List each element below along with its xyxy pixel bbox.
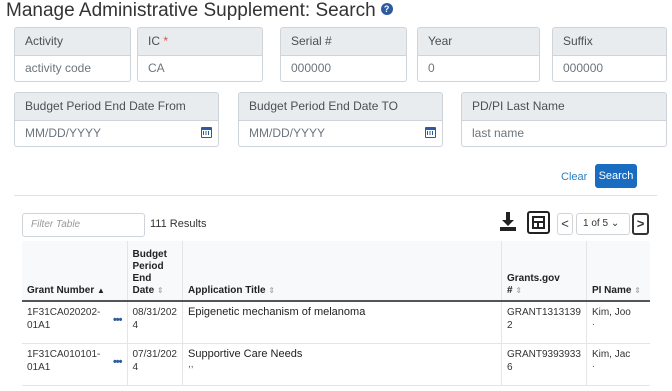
clear-link[interactable]: Clear <box>561 171 587 183</box>
budget-to-field-group: Budget Period End Date TO MM/DD/YYYY <box>238 92 443 147</box>
budget-to-value: MM/DD/YYYY <box>249 126 326 140</box>
budget-from-field-group: Budget Period End Date From MM/DD/YYYY <box>14 92 219 147</box>
year-input[interactable]: 0 <box>417 56 540 82</box>
activity-input[interactable]: activity code <box>14 56 131 82</box>
suffix-field-group: Suffix 000000 <box>552 27 667 82</box>
results-count: 111 Results <box>150 218 207 230</box>
pi-name-header-text: PI Name <box>591 285 632 296</box>
suffix-input[interactable]: 000000 <box>552 56 667 82</box>
budget-date-cell: 07/31/202 4 <box>126 343 183 386</box>
application-title-cell: Epigenetic mechanism of melanoma <box>182 301 502 344</box>
activity-field-group: Activity activity code <box>14 27 131 82</box>
serial-input[interactable]: 000000 <box>280 56 407 82</box>
ic-label: IC * <box>137 27 263 56</box>
application-title-cell: Supportive Care Needs ,, <box>182 343 502 386</box>
budget-to-input[interactable]: MM/DD/YYYY <box>238 121 443 147</box>
grants-gov-cell: GRANT1313139 2 <box>501 301 587 344</box>
grants-gov-header-line: Grants.gov <box>507 273 560 284</box>
budget-from-value: MM/DD/YYYY <box>25 126 102 140</box>
ic-input[interactable]: CA <box>137 56 263 82</box>
grants-gov-text: 2 <box>507 320 513 331</box>
pi-last-name-label: PD/PI Last Name <box>461 92 667 121</box>
table-row: ••• 1F31CA010101- 01A1 07/31/202 4 Suppo… <box>22 343 650 386</box>
column-header-budget-period[interactable]: Budget Period End Date ⇕ <box>126 241 183 302</box>
chevron-down-icon: ⌄ <box>610 218 620 229</box>
application-title-sub: ,, <box>188 358 194 370</box>
activity-label: Activity <box>14 27 131 56</box>
pi-name-text: Kim, Jac <box>591 348 631 360</box>
pi-name-cell: Kim, Jac . <box>585 343 650 386</box>
column-header-grant-number[interactable]: Grant Number ▲ <box>22 241 127 302</box>
date-text: 07/31/202 <box>132 348 178 360</box>
date-text: 08/31/202 <box>132 307 178 318</box>
column-header-application-title[interactable]: Application Title ⇕ <box>182 241 502 302</box>
pi-last-name-input[interactable]: last name <box>461 121 667 147</box>
suffix-label: Suffix <box>552 27 667 56</box>
date-text: 4 <box>132 320 139 331</box>
application-title-header-text: Application Title <box>188 285 266 296</box>
ic-label-text: IC <box>148 34 160 48</box>
sort-icon[interactable]: ⇕ <box>515 286 522 295</box>
grant-number-text: 01A1 <box>27 320 51 331</box>
date-text: 4 <box>132 361 139 373</box>
next-page-button[interactable]: > <box>632 213 649 235</box>
help-icon[interactable]: ? <box>380 2 393 15</box>
grant-number-text: 1F31CA020202- <box>27 307 101 318</box>
serial-field-group: Serial # 000000 <box>280 27 407 82</box>
budget-header-line: Budget <box>132 249 167 260</box>
pi-name-cell: Kim, Joo . <box>585 301 650 344</box>
grants-gov-text: GRANT9393933 <box>507 348 581 360</box>
pi-last-name-field-group: PD/PI Last Name last name <box>461 92 667 147</box>
download-icon[interactable] <box>499 212 517 232</box>
year-field-group: Year 0 <box>417 27 540 82</box>
pi-name-sub: . <box>591 358 595 370</box>
budget-header-line: End <box>132 273 152 284</box>
search-button[interactable]: Search <box>595 164 637 188</box>
row-actions-icon[interactable]: ••• <box>113 356 123 369</box>
year-label: Year <box>417 27 540 56</box>
row-actions-icon[interactable]: ••• <box>113 314 123 327</box>
page-title: Manage Administrative Supplement: Search… <box>6 0 393 22</box>
budget-to-label: Budget Period End Date TO <box>238 92 443 121</box>
grants-gov-text: 6 <box>507 361 513 373</box>
grant-number-header-text: Grant Number <box>27 285 95 296</box>
ic-field-group: IC * CA <box>137 27 263 82</box>
filter-table-input[interactable]: Filter Table <box>22 213 145 237</box>
results-table: Grant Number ▲ Budget Period End Date ⇕ … <box>22 241 650 386</box>
budget-header-line: Period <box>132 261 164 272</box>
previous-page-button[interactable]: < <box>557 213 573 235</box>
column-header-grants-gov[interactable]: Grants.gov # ⇕ <box>501 241 587 302</box>
grants-gov-text: GRANT1313139 <box>507 307 581 318</box>
application-title-text: Epigenetic mechanism of melanoma <box>188 306 366 318</box>
pi-name-text: Kim, Joo <box>591 307 631 318</box>
sort-icon[interactable]: ⇕ <box>268 286 275 295</box>
serial-label: Serial # <box>280 27 407 56</box>
sort-icon[interactable]: ⇕ <box>634 286 641 295</box>
table-row: ••• 1F31CA020202- 01A1 08/31/202 4 Epige… <box>22 301 650 344</box>
budget-header-line: Date <box>132 285 155 296</box>
grants-gov-header-line: # <box>507 285 513 296</box>
column-header-pi-name[interactable]: PI Name ⇕ <box>585 241 650 302</box>
calendar-icon[interactable] <box>425 127 436 138</box>
page-title-text: Manage Administrative Supplement: Search <box>6 0 376 21</box>
budget-date-cell: 08/31/202 4 <box>126 301 183 344</box>
required-marker: * <box>163 34 169 48</box>
grants-gov-cell: GRANT9393933 6 <box>501 343 587 386</box>
divider <box>14 195 657 196</box>
application-title-text: Supportive Care Needs <box>188 347 303 360</box>
sort-icon[interactable]: ⇕ <box>157 286 164 295</box>
calendar-icon[interactable] <box>201 127 212 138</box>
pi-name-sub: . <box>591 317 595 328</box>
page-select[interactable]: 1 of 5 ⌄ <box>576 213 630 235</box>
grant-number-cell: ••• 1F31CA020202- 01A1 <box>22 301 127 344</box>
column-toggle-icon[interactable] <box>527 211 550 234</box>
grant-number-text: 1F31CA010101- <box>27 348 101 360</box>
grant-number-cell: ••• 1F31CA010101- 01A1 <box>22 343 127 386</box>
page-select-value: 1 of 5 <box>583 218 609 229</box>
grant-number-text: 01A1 <box>27 361 51 373</box>
sort-asc-icon[interactable]: ▲ <box>97 286 105 295</box>
budget-from-label: Budget Period End Date From <box>14 92 219 121</box>
budget-from-input[interactable]: MM/DD/YYYY <box>14 121 219 147</box>
